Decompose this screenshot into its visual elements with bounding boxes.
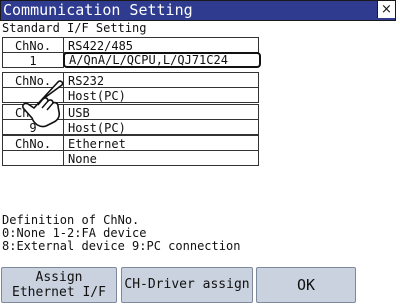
- interface-setting-row[interactable]: 1 A/QnA/L/QCPU,L/QJ71C24: [2, 52, 392, 68]
- interface-header-row: ChNo. Ethernet: [2, 135, 392, 151]
- assign-label-line1: Assign: [35, 270, 83, 285]
- title-bar: Communication Setting ×: [0, 0, 396, 21]
- interface-name: Ethernet: [63, 135, 259, 151]
- ch-number-field[interactable]: [2, 150, 64, 166]
- ch-definition: Definition of ChNo. 0:None 1-2:FA device…: [2, 214, 240, 253]
- ch-number-field[interactable]: 1: [2, 52, 64, 68]
- ok-button[interactable]: OK: [256, 267, 356, 303]
- ch-driver-assign-button[interactable]: CH-Driver assign: [121, 267, 253, 303]
- driver-field[interactable]: None: [63, 150, 259, 166]
- driver-field[interactable]: Host(PC): [63, 87, 259, 103]
- section-label: Standard I/F Setting: [2, 21, 147, 35]
- ch-header: ChNo.: [2, 37, 64, 53]
- interface-name: RS422/485: [63, 37, 259, 53]
- driver-field[interactable]: A/QnA/L/QCPU,L/QJ71C24: [63, 52, 261, 68]
- close-button[interactable]: ×: [377, 1, 395, 18]
- interface-setting-row[interactable]: None: [2, 150, 392, 166]
- interface-name: RS232: [63, 72, 259, 88]
- assign-label-line2: Ethernet I/F: [12, 285, 106, 300]
- interface-header-row: ChNo. RS422/485: [2, 37, 392, 53]
- hand-pointer-icon: [21, 80, 64, 128]
- interface-name: USB: [63, 104, 259, 120]
- window-title: Communication Setting: [3, 1, 193, 19]
- definition-line: 8:External device 9:PC connection: [2, 239, 241, 253]
- ch-header: ChNo.: [2, 135, 64, 151]
- assign-ethernet-button[interactable]: Assign Ethernet I/F: [1, 267, 117, 303]
- driver-field[interactable]: Host(PC): [63, 119, 259, 135]
